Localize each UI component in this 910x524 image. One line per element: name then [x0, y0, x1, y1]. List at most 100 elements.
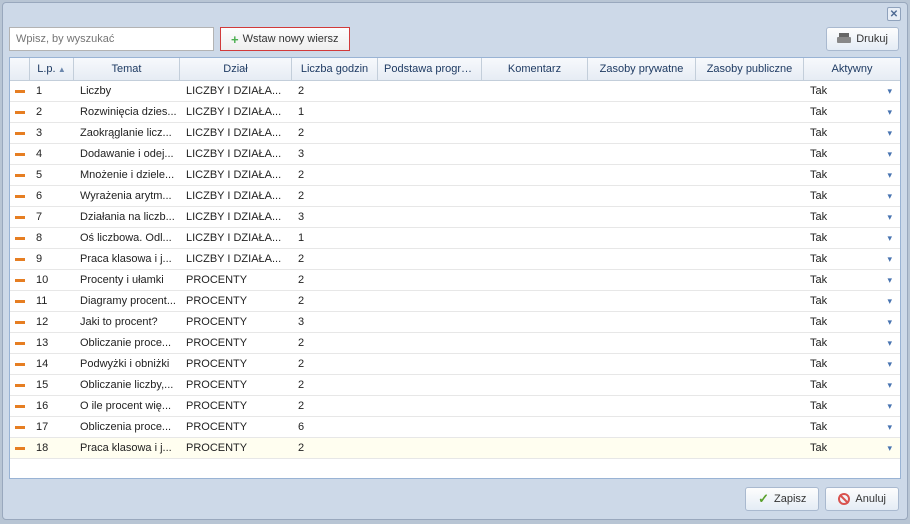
remove-row-button[interactable] [10, 270, 30, 290]
cell-aktyw[interactable]: Tak▾ [804, 291, 900, 311]
cell-pryw [588, 333, 696, 353]
table-row[interactable]: 3Zaokrąglanie licz...LICZBY I DZIAŁA...2… [10, 123, 900, 144]
table-row[interactable]: 18Praca klasowa i j...PROCENTY2Tak▾ [10, 438, 900, 459]
table-row[interactable]: 1LiczbyLICZBY I DZIAŁA...2Tak▾ [10, 81, 900, 102]
table-row[interactable]: 4Dodawanie i odej...LICZBY I DZIAŁA...3T… [10, 144, 900, 165]
remove-row-button[interactable] [10, 312, 30, 332]
dialog-window: ✕ + Wstaw nowy wiersz Drukuj L.p. Temat … [2, 2, 908, 520]
table-row[interactable]: 17Obliczenia proce...PROCENTY6Tak▾ [10, 417, 900, 438]
table-row[interactable]: 15Obliczanie liczby,...PROCENTY2Tak▾ [10, 375, 900, 396]
save-button[interactable]: ✓ Zapisz [745, 487, 819, 511]
remove-row-button[interactable] [10, 333, 30, 353]
header-dzial[interactable]: Dział [180, 58, 292, 80]
remove-icon [15, 111, 25, 114]
table-row[interactable]: 11Diagramy procent...PROCENTY2Tak▾ [10, 291, 900, 312]
table-row[interactable]: 5Mnożenie i dziele...LICZBY I DZIAŁA...2… [10, 165, 900, 186]
table-row[interactable]: 10Procenty i ułamkiPROCENTY2Tak▾ [10, 270, 900, 291]
search-input[interactable] [9, 27, 214, 51]
plus-icon: + [231, 32, 239, 47]
cell-lp: 8 [30, 228, 74, 248]
active-value: Tak [810, 190, 827, 202]
print-button[interactable]: Drukuj [826, 27, 899, 51]
table-row[interactable]: 16O ile procent wię...PROCENTY2Tak▾ [10, 396, 900, 417]
table-row[interactable]: 8Oś liczbowa. Odl...LICZBY I DZIAŁA...1T… [10, 228, 900, 249]
insert-row-button[interactable]: + Wstaw nowy wiersz [220, 27, 350, 51]
remove-row-button[interactable] [10, 291, 30, 311]
header-temat[interactable]: Temat [74, 58, 180, 80]
cell-aktyw[interactable]: Tak▾ [804, 249, 900, 269]
cell-dzial: LICZBY I DZIAŁA... [180, 81, 292, 101]
remove-row-button[interactable] [10, 417, 30, 437]
table-row[interactable]: 7Działania na liczb...LICZBY I DZIAŁA...… [10, 207, 900, 228]
chevron-down-icon: ▾ [887, 422, 892, 433]
remove-row-button[interactable] [10, 102, 30, 122]
cell-aktyw[interactable]: Tak▾ [804, 165, 900, 185]
grid-body[interactable]: 1LiczbyLICZBY I DZIAŁA...2Tak▾2Rozwinięc… [10, 81, 900, 478]
cell-godz: 2 [292, 186, 378, 206]
chevron-down-icon: ▾ [887, 380, 892, 391]
cell-kom [482, 81, 588, 101]
header-publ[interactable]: Zasoby publiczne [696, 58, 804, 80]
remove-row-button[interactable] [10, 438, 30, 458]
cell-aktyw[interactable]: Tak▾ [804, 375, 900, 395]
remove-row-button[interactable] [10, 123, 30, 143]
header-godz[interactable]: Liczba godzin [292, 58, 378, 80]
table-row[interactable]: 9Praca klasowa i j...LICZBY I DZIAŁA...2… [10, 249, 900, 270]
cell-aktyw[interactable]: Tak▾ [804, 312, 900, 332]
cell-publ [696, 438, 804, 458]
remove-row-button[interactable] [10, 396, 30, 416]
cell-lp: 3 [30, 123, 74, 143]
close-button[interactable]: ✕ [887, 7, 901, 21]
cell-publ [696, 396, 804, 416]
remove-row-button[interactable] [10, 165, 30, 185]
cancel-button[interactable]: Anuluj [825, 487, 899, 511]
cell-aktyw[interactable]: Tak▾ [804, 144, 900, 164]
cell-aktyw[interactable]: Tak▾ [804, 438, 900, 458]
cell-dzial: PROCENTY [180, 291, 292, 311]
cell-dzial: LICZBY I DZIAŁA... [180, 228, 292, 248]
remove-icon [15, 279, 25, 282]
table-row[interactable]: 2Rozwinięcia dzies...LICZBY I DZIAŁA...1… [10, 102, 900, 123]
table-row[interactable]: 12Jaki to procent?PROCENTY3Tak▾ [10, 312, 900, 333]
remove-row-button[interactable] [10, 207, 30, 227]
cell-aktyw[interactable]: Tak▾ [804, 81, 900, 101]
cell-aktyw[interactable]: Tak▾ [804, 186, 900, 206]
remove-row-button[interactable] [10, 81, 30, 101]
cell-aktyw[interactable]: Tak▾ [804, 270, 900, 290]
table-row[interactable]: 14Podwyżki i obniżkiPROCENTY2Tak▾ [10, 354, 900, 375]
cell-aktyw[interactable]: Tak▾ [804, 333, 900, 353]
header-kom[interactable]: Komentarz [482, 58, 588, 80]
cell-lp: 4 [30, 144, 74, 164]
cell-pryw [588, 186, 696, 206]
cell-godz: 1 [292, 102, 378, 122]
cell-temat: Praca klasowa i j... [74, 249, 180, 269]
remove-row-button[interactable] [10, 375, 30, 395]
cell-godz: 6 [292, 417, 378, 437]
cell-kom [482, 165, 588, 185]
remove-icon [15, 174, 25, 177]
remove-row-button[interactable] [10, 144, 30, 164]
cell-aktyw[interactable]: Tak▾ [804, 396, 900, 416]
active-value: Tak [810, 358, 827, 370]
remove-row-button[interactable] [10, 186, 30, 206]
cell-dzial: LICZBY I DZIAŁA... [180, 165, 292, 185]
cell-aktyw[interactable]: Tak▾ [804, 417, 900, 437]
table-row[interactable]: 13Obliczanie proce...PROCENTY2Tak▾ [10, 333, 900, 354]
table-row[interactable]: 6Wyrażenia arytm...LICZBY I DZIAŁA...2Ta… [10, 186, 900, 207]
remove-row-button[interactable] [10, 354, 30, 374]
cell-lp: 9 [30, 249, 74, 269]
cell-godz: 2 [292, 165, 378, 185]
header-aktyw[interactable]: Aktywny [804, 58, 900, 80]
cell-dzial: LICZBY I DZIAŁA... [180, 144, 292, 164]
header-pryw[interactable]: Zasoby prywatne [588, 58, 696, 80]
remove-row-button[interactable] [10, 249, 30, 269]
cell-aktyw[interactable]: Tak▾ [804, 123, 900, 143]
cell-aktyw[interactable]: Tak▾ [804, 228, 900, 248]
remove-row-button[interactable] [10, 228, 30, 248]
header-lp[interactable]: L.p. [30, 58, 74, 80]
cell-aktyw[interactable]: Tak▾ [804, 354, 900, 374]
cell-aktyw[interactable]: Tak▾ [804, 102, 900, 122]
cell-pryw [588, 123, 696, 143]
cell-aktyw[interactable]: Tak▾ [804, 207, 900, 227]
header-podst[interactable]: Podstawa progra... [378, 58, 482, 80]
